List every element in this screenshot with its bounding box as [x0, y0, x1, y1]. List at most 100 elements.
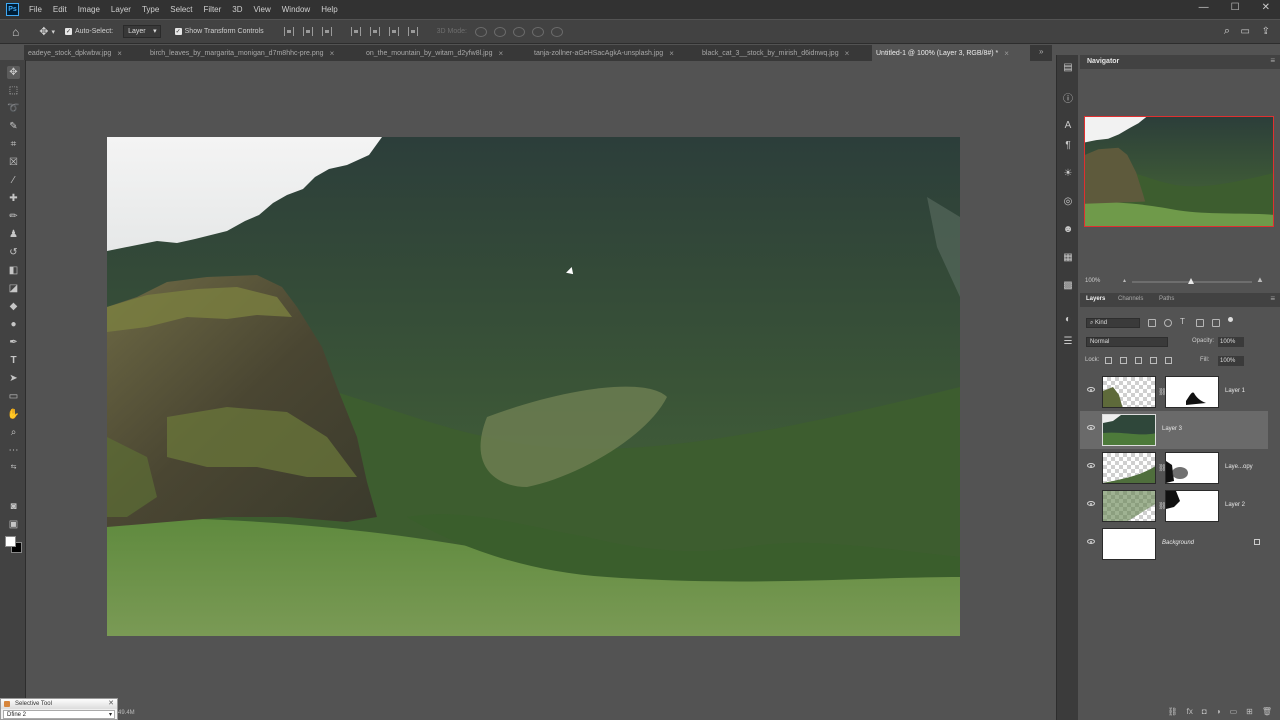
crop-tool-icon[interactable]: ⌗ — [7, 138, 20, 151]
lock-transparent-icon[interactable] — [1105, 357, 1112, 364]
layer-filter-kind-dropdown[interactable]: ⌕ Kind — [1086, 318, 1140, 328]
layer-row-layer-1[interactable]: ⛓ Layer 1 — [1080, 373, 1268, 411]
tab-document-5[interactable]: black_cat_3__stock_by_mirish_d6idnwq.jpg… — [698, 45, 872, 61]
swatches-panel-icon[interactable]: ☻ — [1062, 223, 1074, 235]
panel-menu-icon[interactable]: ≡ — [1270, 294, 1275, 303]
layer-row-layer-3[interactable]: Layer 3 — [1080, 411, 1268, 449]
layer-name[interactable]: Laye...opy — [1225, 464, 1253, 470]
tab-document-1[interactable]: eadeye_stock_dpkwbw.jpg × — [24, 45, 146, 61]
brush-tool-icon[interactable]: ✏ — [7, 210, 20, 223]
rectangle-tool-icon[interactable]: ▭ — [7, 390, 20, 403]
lasso-tool-icon[interactable]: ➰ — [7, 102, 20, 115]
lock-icon[interactable] — [1254, 539, 1260, 545]
navigator-title[interactable]: Navigator — [1087, 58, 1119, 65]
type-filter-icon[interactable]: T — [1180, 317, 1188, 326]
quick-mask-icon[interactable]: ◙ — [7, 500, 20, 513]
align-middle-icon[interactable] — [369, 27, 380, 36]
color-panel-icon[interactable]: ◎ — [1062, 195, 1074, 207]
adjustments-panel-icon[interactable]: ◐ — [1062, 313, 1074, 325]
pen-tool-icon[interactable]: ✒ — [7, 336, 20, 349]
zoom-tool-icon[interactable]: ⌕ — [7, 426, 20, 439]
visibility-eye-icon[interactable] — [1087, 387, 1095, 392]
blend-mode-dropdown[interactable]: Normal — [1086, 337, 1168, 347]
character-panel-icon[interactable]: A — [1062, 119, 1074, 131]
swap-colors-icon[interactable]: ⇆ — [7, 460, 20, 473]
visibility-eye-icon[interactable] — [1087, 539, 1095, 544]
slide-3d-icon[interactable] — [531, 26, 544, 37]
menu-filter[interactable]: Filter — [204, 5, 222, 14]
maximize-button[interactable]: ☐ — [1231, 2, 1240, 13]
align-left-icon[interactable] — [283, 27, 294, 36]
menu-select[interactable]: Select — [170, 5, 192, 14]
distribute-icon[interactable] — [407, 27, 418, 36]
align-center-icon[interactable] — [302, 27, 313, 36]
navigator-preview[interactable] — [1084, 116, 1274, 227]
close-icon[interactable]: ✕ — [108, 699, 114, 709]
zoom-in-icon[interactable]: ▲ — [1256, 275, 1264, 284]
add-mask-icon[interactable]: ◘ — [1202, 707, 1207, 716]
screen-mode-icon[interactable]: ▣ — [7, 518, 20, 531]
tool-preset-chevron-icon[interactable]: ▾ — [51, 28, 55, 36]
opacity-input[interactable]: 100% — [1218, 337, 1244, 347]
pixel-filter-icon[interactable] — [1148, 319, 1156, 327]
lock-artboard-icon[interactable] — [1150, 357, 1157, 364]
close-icon[interactable]: × — [498, 49, 503, 58]
share-icon[interactable]: ⇪ — [1262, 26, 1270, 37]
menu-image[interactable]: Image — [78, 5, 100, 14]
workspace-icon[interactable]: ▭ — [1241, 26, 1250, 37]
layer-name[interactable]: Layer 2 — [1225, 502, 1245, 508]
clone-stamp-tool-icon[interactable]: ♟ — [7, 228, 20, 241]
quick-selection-tool-icon[interactable]: ✎ — [7, 120, 20, 133]
move-tool-icon[interactable]: ✥ — [7, 66, 20, 79]
new-layer-icon[interactable]: ⊞ — [1246, 707, 1253, 716]
show-transform-checkbox[interactable]: ✓ Show Transform Controls — [174, 28, 264, 35]
auto-select-checkbox[interactable]: ✓ Auto-Select: — [64, 28, 113, 35]
more-tools-icon[interactable]: ⋯ — [7, 444, 20, 457]
align-bottom-icon[interactable] — [388, 27, 399, 36]
adjustment-filter-icon[interactable] — [1164, 319, 1172, 327]
home-icon[interactable]: ⌂ — [12, 25, 19, 39]
layer-row-layer-2[interactable]: ⛓ Layer 2 — [1080, 487, 1268, 525]
tab-paths[interactable]: Paths — [1159, 296, 1174, 302]
tab-document-2[interactable]: birch_leaves_by_margarita_monigan_d7m8hh… — [146, 45, 362, 61]
close-icon[interactable]: × — [669, 49, 674, 58]
layer-name[interactable]: Background — [1162, 540, 1194, 546]
new-group-icon[interactable]: ▭ — [1230, 707, 1238, 716]
filter-toggle-icon[interactable] — [1228, 317, 1233, 322]
menu-layer[interactable]: Layer — [111, 5, 131, 14]
close-icon[interactable]: × — [845, 49, 850, 58]
zoom-out-icon[interactable]: ▴ — [1123, 277, 1126, 284]
tab-layers[interactable]: Layers — [1086, 296, 1105, 302]
selective-tool-dropdown[interactable]: Dfine 2 — [3, 710, 115, 719]
marquee-tool-icon[interactable]: ⬚ — [7, 84, 20, 97]
blur-tool-icon[interactable]: ◆ — [7, 300, 20, 313]
path-selection-tool-icon[interactable]: ➤ — [7, 372, 20, 385]
menu-window[interactable]: Window — [282, 5, 310, 14]
layer-name[interactable]: Layer 1 — [1225, 388, 1245, 394]
paragraph-panel-icon[interactable]: ¶ — [1062, 139, 1074, 151]
roll-3d-icon[interactable] — [493, 26, 506, 37]
eyedropper-tool-icon[interactable]: ⁄ — [7, 174, 20, 187]
layer-row-layer-copy[interactable]: ⛓ Laye...opy — [1080, 449, 1268, 487]
scale-3d-icon[interactable] — [550, 26, 563, 37]
info-panel-icon[interactable]: ⓘ — [1062, 91, 1074, 105]
visibility-eye-icon[interactable] — [1087, 463, 1095, 468]
gradient-tool-icon[interactable]: ◪ — [7, 282, 20, 295]
layer-mask-thumbnail[interactable] — [1165, 376, 1219, 408]
fx-icon[interactable]: fx — [1187, 707, 1193, 716]
align-right-icon[interactable] — [321, 27, 332, 36]
libraries-panel-icon[interactable]: ▦ — [1062, 251, 1074, 263]
healing-brush-tool-icon[interactable]: ✚ — [7, 192, 20, 205]
menu-edit[interactable]: Edit — [53, 5, 67, 14]
tab-document-3[interactable]: on_the_mountain_by_witam_d2yfw8l.jpg × — [362, 45, 530, 61]
lock-all-icon[interactable] — [1165, 357, 1172, 364]
grid-panel-icon[interactable]: ▩ — [1062, 279, 1074, 291]
navigator-zoom-value[interactable]: 100% — [1085, 278, 1100, 284]
foreground-color-swatch[interactable] — [5, 536, 16, 547]
hand-tool-icon[interactable]: ✋ — [7, 408, 20, 421]
lightbulb-icon[interactable]: ☀ — [1062, 167, 1074, 179]
lock-position-icon[interactable] — [1135, 357, 1142, 364]
tab-document-6[interactable]: Untitled-1 @ 100% (Layer 3, RGB/8#) * × — [872, 45, 1030, 61]
menu-3d[interactable]: 3D — [232, 5, 242, 14]
layer-mask-thumbnail[interactable] — [1165, 452, 1219, 484]
